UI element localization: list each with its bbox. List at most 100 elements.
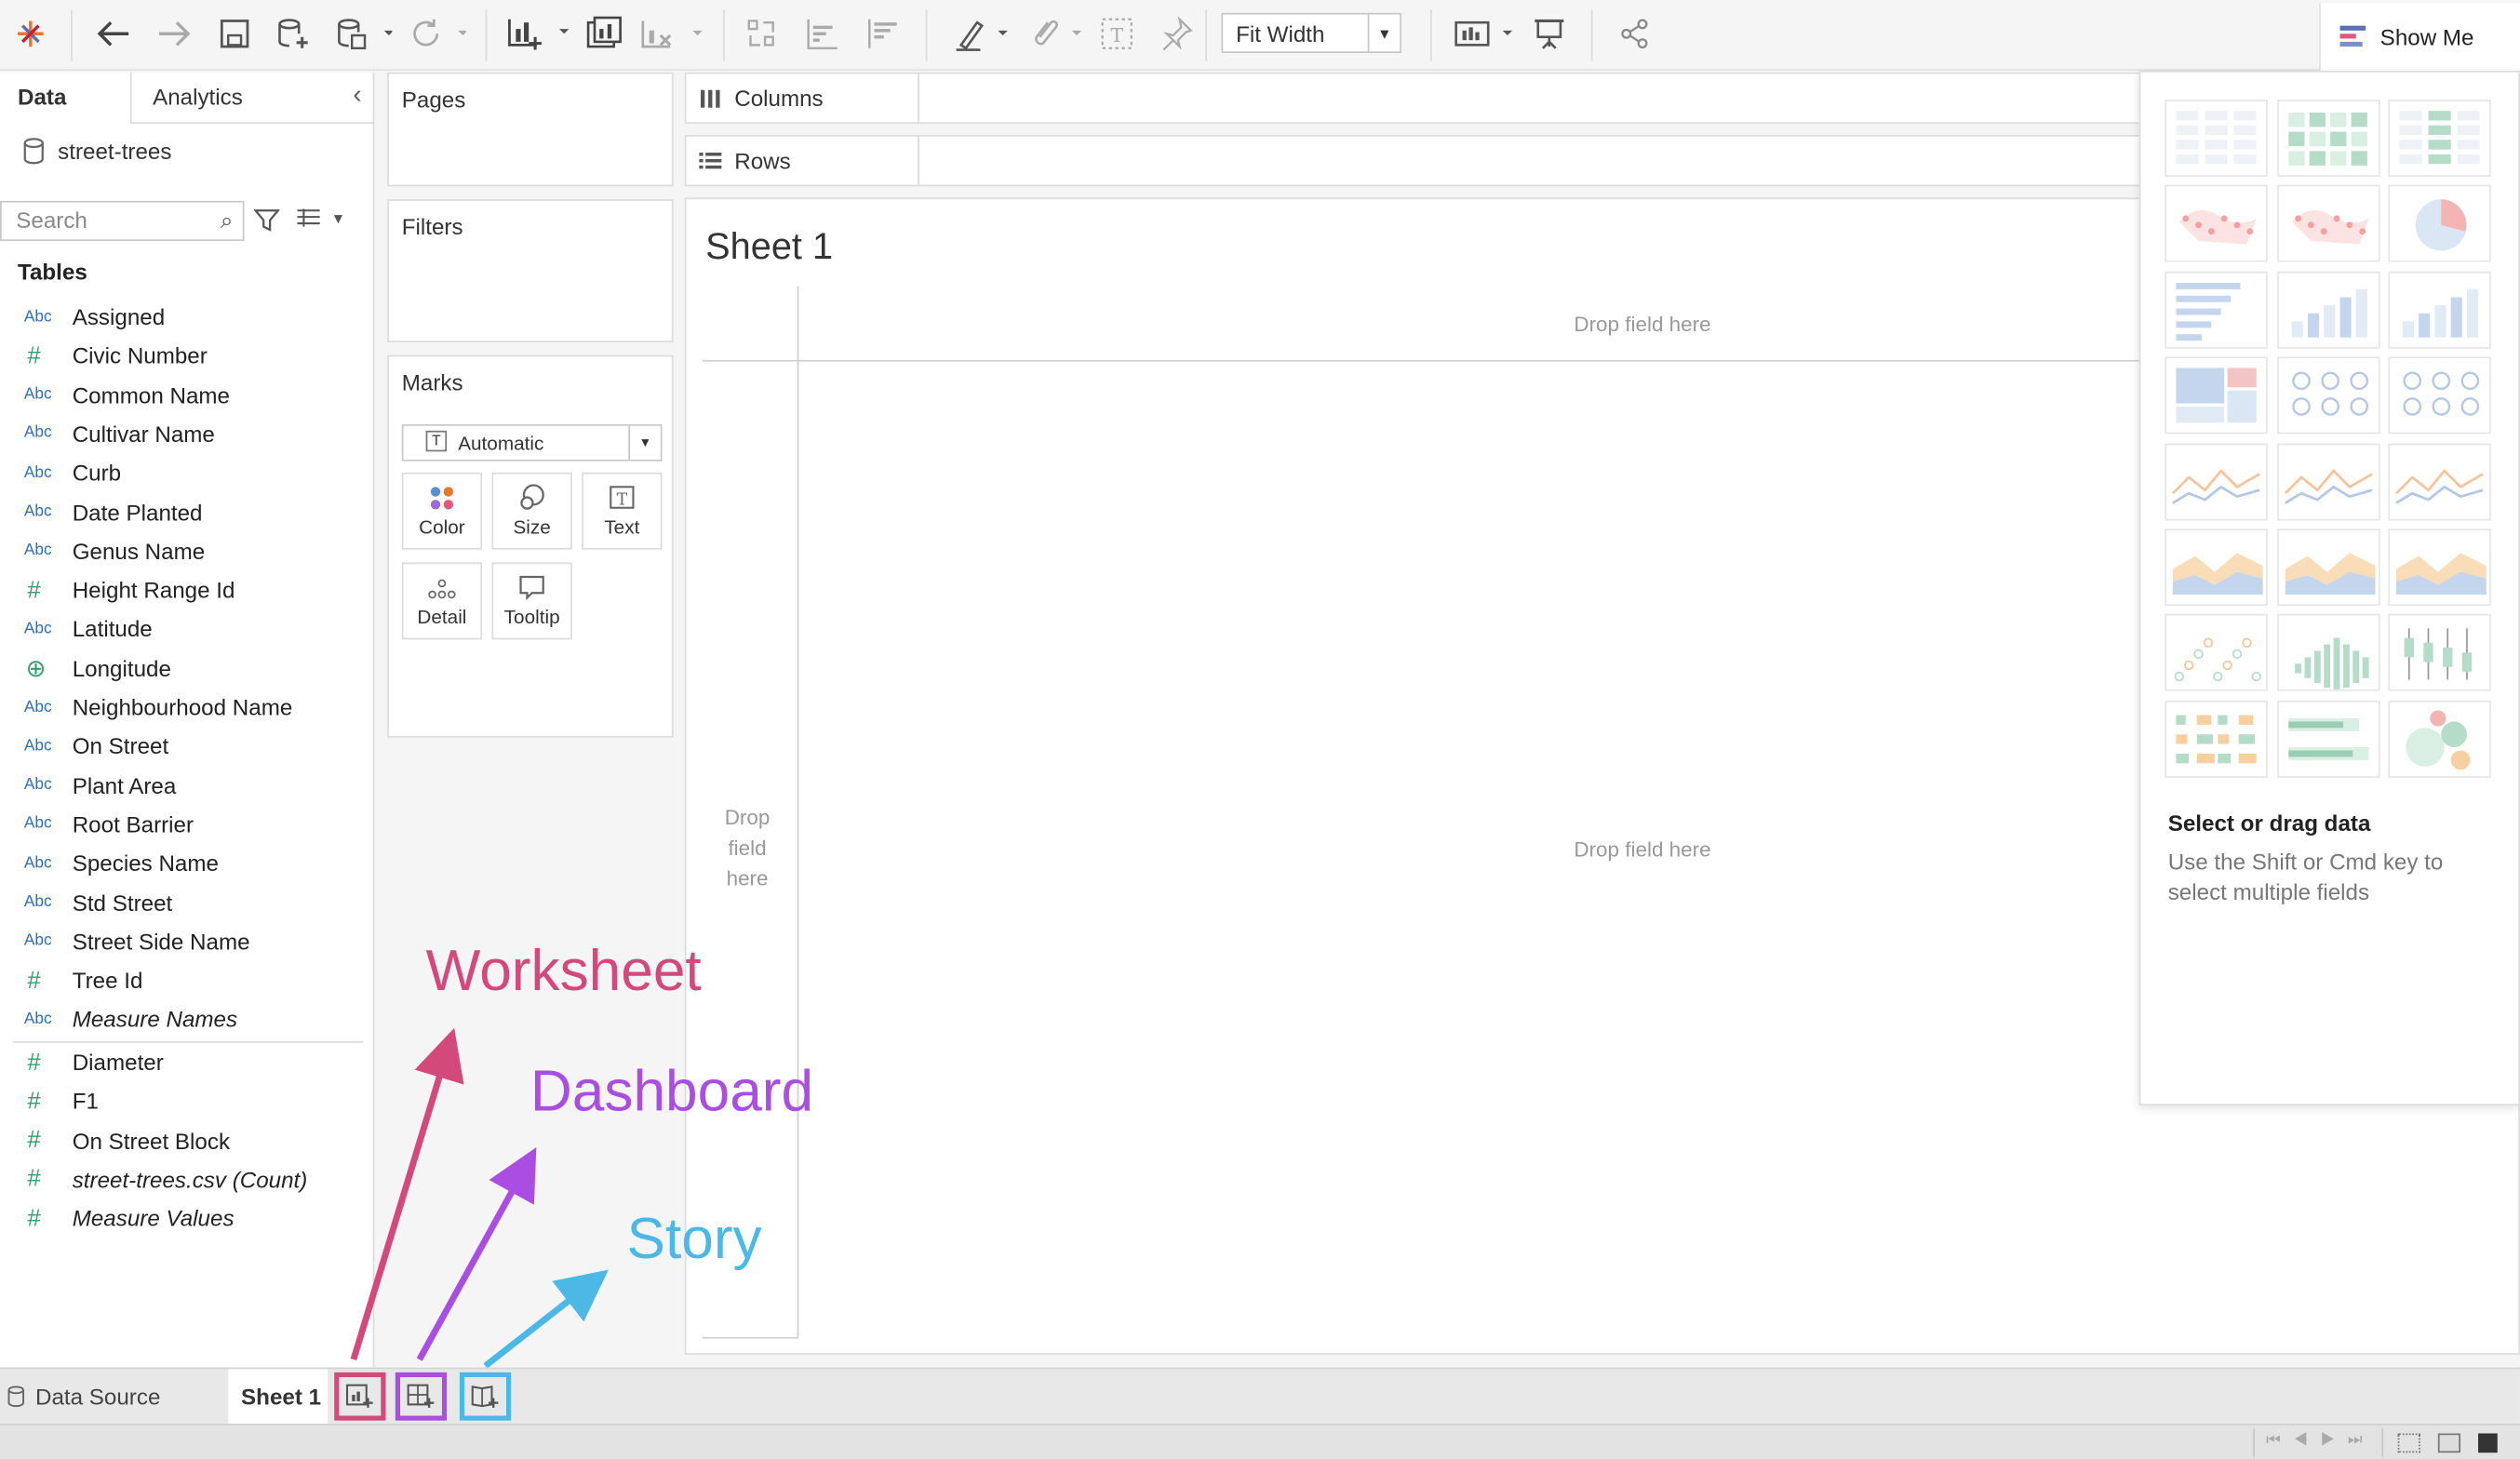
sort-ascending-icon[interactable] <box>802 13 840 55</box>
new-worksheet-icon[interactable] <box>502 13 572 55</box>
pause-datasource-icon[interactable] <box>331 13 395 55</box>
chart-type-text-table-icon[interactable] <box>2165 100 2268 177</box>
chart-type-stacked-bars-icon[interactable] <box>2276 271 2379 349</box>
field-item[interactable]: Abc Root Barrier <box>0 805 369 843</box>
clear-sheet-icon[interactable] <box>637 13 704 55</box>
field-item[interactable]: # Civic Number <box>0 336 369 374</box>
chart-type-scatter-plot-icon[interactable] <box>2165 614 2268 692</box>
field-item[interactable]: # On Street Block <box>0 1121 369 1159</box>
chart-type-dual-combination-icon[interactable] <box>2388 529 2491 607</box>
field-name: Measure Values <box>72 1205 235 1232</box>
filters-shelf[interactable]: Filters <box>387 199 674 342</box>
chart-type-dual-lines-icon[interactable] <box>2388 442 2491 520</box>
group-members-icon[interactable] <box>1022 13 1086 55</box>
field-item[interactable]: # street-trees.csv (Count) <box>0 1160 369 1198</box>
new-dashboard-button[interactable] <box>395 1372 448 1421</box>
tableau-logo-icon[interactable] <box>13 13 48 55</box>
sheet-title[interactable]: Sheet 1 <box>705 225 833 269</box>
pages-shelf[interactable]: Pages <box>387 72 674 187</box>
chart-type-discrete-lines-icon[interactable] <box>2276 442 2379 520</box>
field-item[interactable]: Abc Std Street <box>0 883 369 921</box>
show-me-button[interactable]: Show Me <box>2319 3 2520 71</box>
chart-type-area-discrete-icon[interactable] <box>2276 529 2379 607</box>
tab-analytics[interactable]: Analytics <box>135 73 261 124</box>
save-icon[interactable] <box>215 13 253 55</box>
field-item[interactable]: ⊕ Longitude <box>0 649 369 687</box>
new-story-button[interactable] <box>459 1372 512 1421</box>
chart-type-treemap-icon[interactable] <box>2165 356 2268 435</box>
field-item[interactable]: Abc Cultivar Name <box>0 414 369 452</box>
field-item[interactable]: Abc On Street <box>0 727 369 765</box>
field-item[interactable]: Abc Date Planted <box>0 492 369 530</box>
chart-type-packed-bubbles-icon[interactable] <box>2388 700 2491 778</box>
back-icon[interactable] <box>93 13 135 55</box>
field-item[interactable]: Abc Latitude <box>0 609 369 648</box>
presentation-mode-icon[interactable] <box>1530 13 1568 55</box>
fit-dropdown[interactable]: Fit Width ▼ <box>1221 12 1401 53</box>
collapse-pane-icon[interactable]: ‹ <box>353 82 361 111</box>
text-button[interactable]: T Text <box>582 472 663 550</box>
show-cards-icon[interactable] <box>1450 13 1518 55</box>
mark-type-dropdown[interactable]: T Automatic ▼ <box>401 423 663 462</box>
chart-type-filled-map-icon[interactable] <box>2276 185 2379 263</box>
swap-rows-columns-icon[interactable] <box>743 13 781 55</box>
chart-type-area-continuous-icon[interactable] <box>2165 529 2268 607</box>
field-item[interactable]: Abc Plant Area <box>0 766 369 804</box>
chart-type-pie-chart-icon[interactable] <box>2388 185 2491 263</box>
chart-type-continuous-lines-icon[interactable] <box>2165 442 2268 520</box>
duplicate-sheet-icon[interactable] <box>582 13 626 55</box>
drop-zone-view[interactable]: Drop field here <box>1441 837 1843 862</box>
chart-type-circle-views-icon[interactable] <box>2276 356 2379 435</box>
drop-zone-rows[interactable]: Drop field here <box>709 802 786 893</box>
sort-descending-icon[interactable] <box>862 13 904 55</box>
sheet-navigation-icons[interactable]: ⏮◀▶⏭ <box>2266 1432 2375 1450</box>
chart-type-horizontal-bars-icon[interactable] <box>2165 271 2268 349</box>
chart-type-heat-map-icon[interactable] <box>2276 100 2379 177</box>
filmstrip-view-icon[interactable] <box>2397 1433 2420 1453</box>
field-item[interactable]: # Tree Id <box>0 961 369 999</box>
data-source-tab[interactable]: Data Source <box>0 1369 228 1424</box>
sheet-sorter-view-icon[interactable] <box>2437 1433 2461 1453</box>
filter-fields-icon[interactable] <box>253 207 281 241</box>
field-item[interactable]: Abc Neighbourhood Name <box>0 688 369 726</box>
color-button[interactable]: Color <box>401 472 483 550</box>
field-item[interactable]: Abc Common Name <box>0 375 369 413</box>
fix-axes-icon[interactable] <box>1157 13 1195 55</box>
detail-button[interactable]: Detail <box>401 562 483 640</box>
view-data-options-icon[interactable]: ▼ <box>296 207 345 230</box>
refresh-icon[interactable] <box>405 13 469 55</box>
highlight-icon[interactable] <box>948 13 1012 55</box>
chart-type-highlight-table-icon[interactable] <box>2388 100 2491 177</box>
chart-type-box-and-whisker-icon[interactable] <box>2388 614 2491 692</box>
chart-type-histogram-icon[interactable] <box>2276 614 2379 692</box>
chart-type-side-by-side-circles-icon[interactable] <box>2388 356 2491 435</box>
size-button[interactable]: Size <box>491 472 572 550</box>
forward-icon[interactable] <box>153 13 194 55</box>
tooltip-button[interactable]: Tooltip <box>491 562 572 640</box>
field-item[interactable]: Abc Measure Names <box>0 1000 369 1038</box>
tab-data[interactable]: Data <box>0 72 132 124</box>
field-item[interactable]: Abc Street Side Name <box>0 922 369 960</box>
search-input[interactable]: Search ⌕ <box>0 200 245 242</box>
new-datasource-icon[interactable] <box>274 13 312 55</box>
field-name: Neighbourhood Name <box>72 694 293 720</box>
field-item[interactable]: # Diameter <box>0 1043 369 1081</box>
share-icon[interactable] <box>1616 13 1652 55</box>
tabs-view-icon[interactable] <box>2478 1433 2498 1453</box>
new-worksheet-button[interactable] <box>334 1372 386 1421</box>
show-mark-labels-icon[interactable]: T <box>1096 13 1138 55</box>
field-item[interactable]: Abc Curb <box>0 453 369 491</box>
sheet-1-tab[interactable]: Sheet 1 <box>228 1369 328 1425</box>
chart-type-side-by-side-bars-icon[interactable] <box>2388 271 2491 349</box>
drop-zone-columns[interactable]: Drop field here <box>1441 312 1843 336</box>
field-item[interactable]: # Measure Values <box>0 1199 369 1238</box>
field-item[interactable]: Abc Species Name <box>0 844 369 882</box>
field-item[interactable]: Abc Genus Name <box>0 531 369 569</box>
datasource-item[interactable]: street-trees <box>22 137 171 166</box>
chart-type-gantt-chart-icon[interactable] <box>2165 700 2268 778</box>
chart-type-bullet-graph-icon[interactable] <box>2276 700 2379 778</box>
field-item[interactable]: # Height Range Id <box>0 570 369 609</box>
field-item[interactable]: # F1 <box>0 1082 369 1120</box>
field-item[interactable]: Abc Assigned <box>0 297 369 335</box>
chart-type-symbol-map-icon[interactable] <box>2165 185 2268 263</box>
